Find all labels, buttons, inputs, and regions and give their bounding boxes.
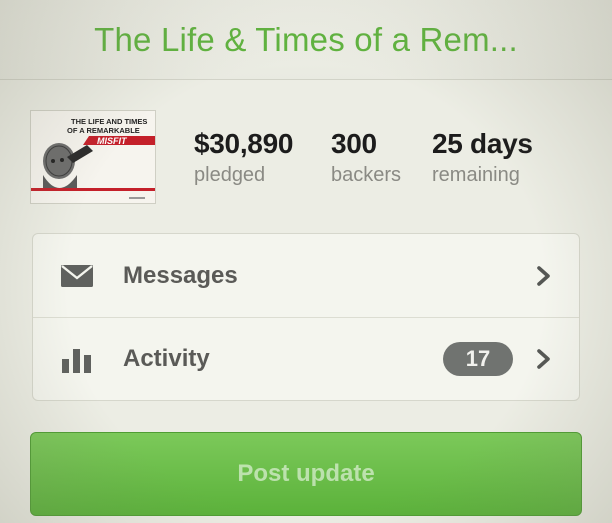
stat-days-remaining: 25 days remaining [432, 128, 533, 187]
stat-backers: 300 backers [331, 128, 401, 187]
envelope-icon [59, 261, 95, 291]
project-summary: THE LIFE AND TIMES OF A REMARKABLE MISFI… [30, 110, 582, 205]
chevron-right-icon [537, 265, 550, 286]
backers-label: backers [331, 164, 402, 186]
post-update-button[interactable]: Post update [30, 432, 582, 516]
post-update-label: Post update [237, 460, 375, 487]
activity-count-badge: 17 [443, 342, 513, 376]
backers-value: 300 [331, 128, 377, 159]
bar-chart-icon [59, 344, 95, 374]
pledged-value: $30,890 [194, 128, 294, 159]
nav-header: The Life & Times of a Rem... [0, 0, 612, 80]
menu-item-messages[interactable]: Messages [33, 234, 579, 317]
menu-item-activity[interactable]: Activity 17 [33, 317, 579, 400]
days-value: 25 days [432, 128, 533, 159]
messages-label: Messages [123, 261, 238, 289]
pledged-label: pledged [194, 164, 266, 186]
thumb-line-3: MISFIT [97, 136, 128, 146]
page-title: The Life & Times of a Rem... [94, 20, 518, 58]
thumb-line-2: OF A REMARKABLE [67, 126, 140, 135]
activity-label: Activity [123, 345, 210, 372]
days-label: remaining [432, 164, 520, 186]
project-menu: Messages Activity 17 [32, 233, 580, 401]
chevron-right-icon [537, 349, 550, 369]
project-thumbnail[interactable]: THE LIFE AND TIMES OF A REMARKABLE MISFI… [30, 110, 156, 204]
thumb-line-1: THE LIFE AND TIMES [71, 117, 147, 126]
stat-pledged: $30,890 pledged [194, 128, 293, 187]
project-artwork-image: THE LIFE AND TIMES OF A REMARKABLE MISFI… [31, 111, 155, 203]
